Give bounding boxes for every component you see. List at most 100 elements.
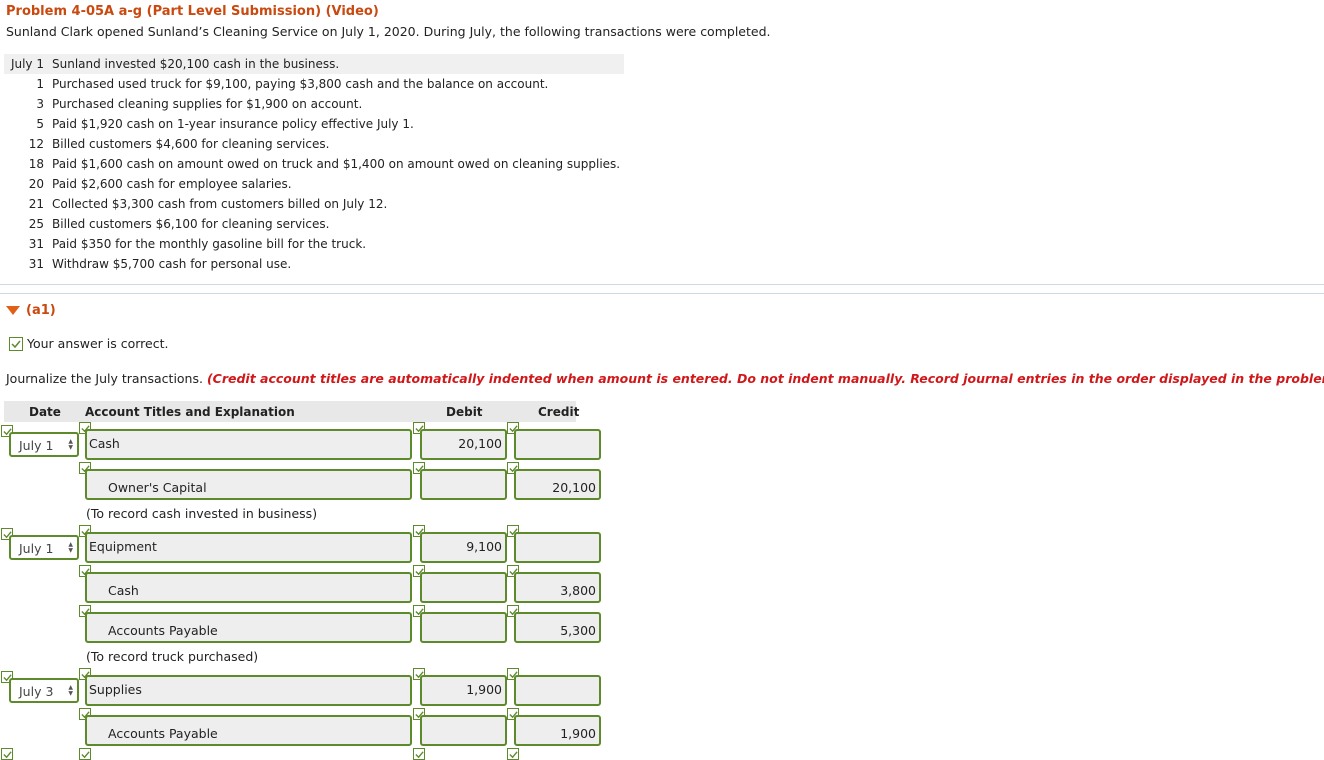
correct-status: Your answer is correct. <box>9 336 168 351</box>
checkmark-icon <box>413 748 425 760</box>
transaction-text: Sunland invested $20,100 cash in the bus… <box>52 54 624 74</box>
credit-input[interactable]: 1,900 <box>514 715 601 746</box>
transaction-day: 20 <box>28 177 44 191</box>
transaction-day: 1 <box>36 77 44 91</box>
part-label: (a1) <box>26 303 56 318</box>
problem-intro: Sunland Clark opened Sunland’s Cleaning … <box>6 24 771 39</box>
transaction-row: 31 Paid $350 for the monthly gasoline bil… <box>4 234 624 254</box>
transaction-day: 3 <box>36 97 44 111</box>
transaction-text: Withdraw $5,700 cash for personal use. <box>52 257 292 271</box>
updown-arrows-icon: ▲ ▼ <box>68 541 73 554</box>
debit-input[interactable]: 1,900 <box>420 675 507 706</box>
date-select[interactable]: July 1 ▲ ▼ <box>9 432 79 457</box>
transaction-text: Billed customers $4,600 for cleaning ser… <box>52 137 330 151</box>
transaction-text: Paid $1,600 cash on amount owed on truck… <box>52 157 621 171</box>
debit-input[interactable]: 9,100 <box>420 532 507 563</box>
transaction-day: 5 <box>36 117 44 131</box>
header-date: Date <box>29 405 61 419</box>
transaction-row: 18 Paid $1,600 cash on amount owed on tru… <box>4 154 624 174</box>
transaction-date: 18 <box>4 154 52 174</box>
credit-input[interactable]: 5,300 <box>514 612 601 643</box>
collapse-triangle-icon <box>6 306 20 315</box>
account-title-input[interactable]: Cash <box>85 429 412 460</box>
checkmark-icon <box>507 748 519 760</box>
transaction-row: 31 Withdraw $5,700 cash for personal use. <box>4 254 624 274</box>
transaction-row: 21 Collected $3,300 cash from customers b… <box>4 194 624 214</box>
transaction-text: Paid $350 for the monthly gasoline bill … <box>52 237 367 251</box>
problem-title: Problem 4-05A a-g (Part Level Submission… <box>6 4 379 19</box>
transaction-day: 21 <box>28 197 44 211</box>
debit-input[interactable]: 20,100 <box>420 429 507 460</box>
transaction-date: 31 <box>4 234 52 254</box>
transaction-row: July 1 Sunland invested $20,100 cash in t… <box>4 54 624 74</box>
transaction-month: July <box>10 57 33 71</box>
transaction-date: 5 <box>4 114 52 134</box>
updown-arrows-icon: ▲ ▼ <box>68 438 73 451</box>
date-select[interactable]: July 3 ▲ ▼ <box>9 678 79 703</box>
transaction-date: July 1 <box>4 54 52 74</box>
account-title-input[interactable]: Equipment <box>85 532 412 563</box>
updown-arrows-icon: ▲ ▼ <box>68 684 73 697</box>
account-title-input[interactable]: Cash <box>85 572 412 603</box>
header-credit: Credit <box>538 405 580 419</box>
debit-input[interactable] <box>420 469 507 500</box>
transaction-date: 1 <box>4 74 52 94</box>
instructions: Journalize the July transactions. (Credi… <box>6 371 1324 386</box>
date-value: July 1 <box>19 438 54 453</box>
account-title-input[interactable]: Accounts Payable <box>85 715 412 746</box>
transaction-date: 12 <box>4 134 52 154</box>
transaction-row: 12 Billed customers $4,600 for cleaning s… <box>4 134 624 154</box>
account-title-input[interactable]: Supplies <box>85 675 412 706</box>
transaction-row: 1 Purchased used truck for $9,100, paying… <box>4 74 624 94</box>
date-select[interactable]: July 1 ▲ ▼ <box>9 535 79 560</box>
entry-explanation: (To record truck purchased) <box>86 649 259 664</box>
transactions-table: July 1 Sunland invested $20,100 cash in t… <box>4 54 624 274</box>
divider <box>0 293 1324 294</box>
transaction-day: 18 <box>28 157 44 171</box>
transaction-text: Purchased used truck for $9,100, paying … <box>52 77 549 91</box>
transaction-text: Collected $3,300 cash from customers bil… <box>52 197 388 211</box>
credit-input[interactable] <box>514 532 601 563</box>
transaction-day: 12 <box>28 137 44 151</box>
transaction-date: 25 <box>4 214 52 234</box>
account-title-input[interactable]: Accounts Payable <box>85 612 412 643</box>
journal-header: Date Account Titles and Explanation Debi… <box>4 401 580 422</box>
header-account: Account Titles and Explanation <box>85 405 295 419</box>
date-value: July 1 <box>19 541 54 556</box>
transaction-date: 31 <box>4 254 52 274</box>
checkmark-icon <box>79 748 91 760</box>
instruction-text: Journalize the July transactions. <box>6 371 203 386</box>
transaction-day: 31 <box>28 237 44 251</box>
credit-input[interactable] <box>514 429 601 460</box>
debit-input[interactable] <box>420 715 507 746</box>
transaction-date: 20 <box>4 174 52 194</box>
debit-input[interactable] <box>420 612 507 643</box>
part-a1-toggle[interactable]: (a1) <box>6 303 56 318</box>
status-text: Your answer is correct. <box>27 336 169 351</box>
credit-input[interactable] <box>514 675 601 706</box>
transaction-day: 25 <box>28 217 44 231</box>
transaction-date: 21 <box>4 194 52 214</box>
date-value: July 3 <box>19 684 54 699</box>
instruction-note: (Credit account titles are automatically… <box>206 371 1324 386</box>
transaction-row: 3 Purchased cleaning supplies for $1,900 … <box>4 94 624 114</box>
credit-input[interactable]: 20,100 <box>514 469 601 500</box>
transaction-row: 20 Paid $2,600 cash for employee salaries… <box>4 174 624 194</box>
account-title-input[interactable]: Owner's Capital <box>85 469 412 500</box>
transaction-row: 5 Paid $1,920 cash on 1-year insurance po… <box>4 114 624 134</box>
transaction-row: 25 Billed customers $6,100 for cleaning s… <box>4 214 624 234</box>
transaction-text: Paid $2,600 cash for employee salaries. <box>52 177 292 191</box>
transaction-date: 3 <box>4 94 52 114</box>
credit-input[interactable]: 3,800 <box>514 572 601 603</box>
checkmark-icon <box>1 748 13 760</box>
entry-explanation: (To record cash invested in business) <box>86 506 318 521</box>
transaction-text: Billed customers $6,100 for cleaning ser… <box>52 217 330 231</box>
divider <box>0 284 1324 285</box>
transaction-text: Purchased cleaning supplies for $1,900 o… <box>52 97 363 111</box>
transaction-text: Paid $1,920 cash on 1-year insurance pol… <box>52 117 414 131</box>
checkmark-icon <box>9 336 23 351</box>
transaction-day: 1 <box>36 57 44 71</box>
header-debit: Debit <box>446 405 483 419</box>
transaction-day: 31 <box>28 257 44 271</box>
debit-input[interactable] <box>420 572 507 603</box>
